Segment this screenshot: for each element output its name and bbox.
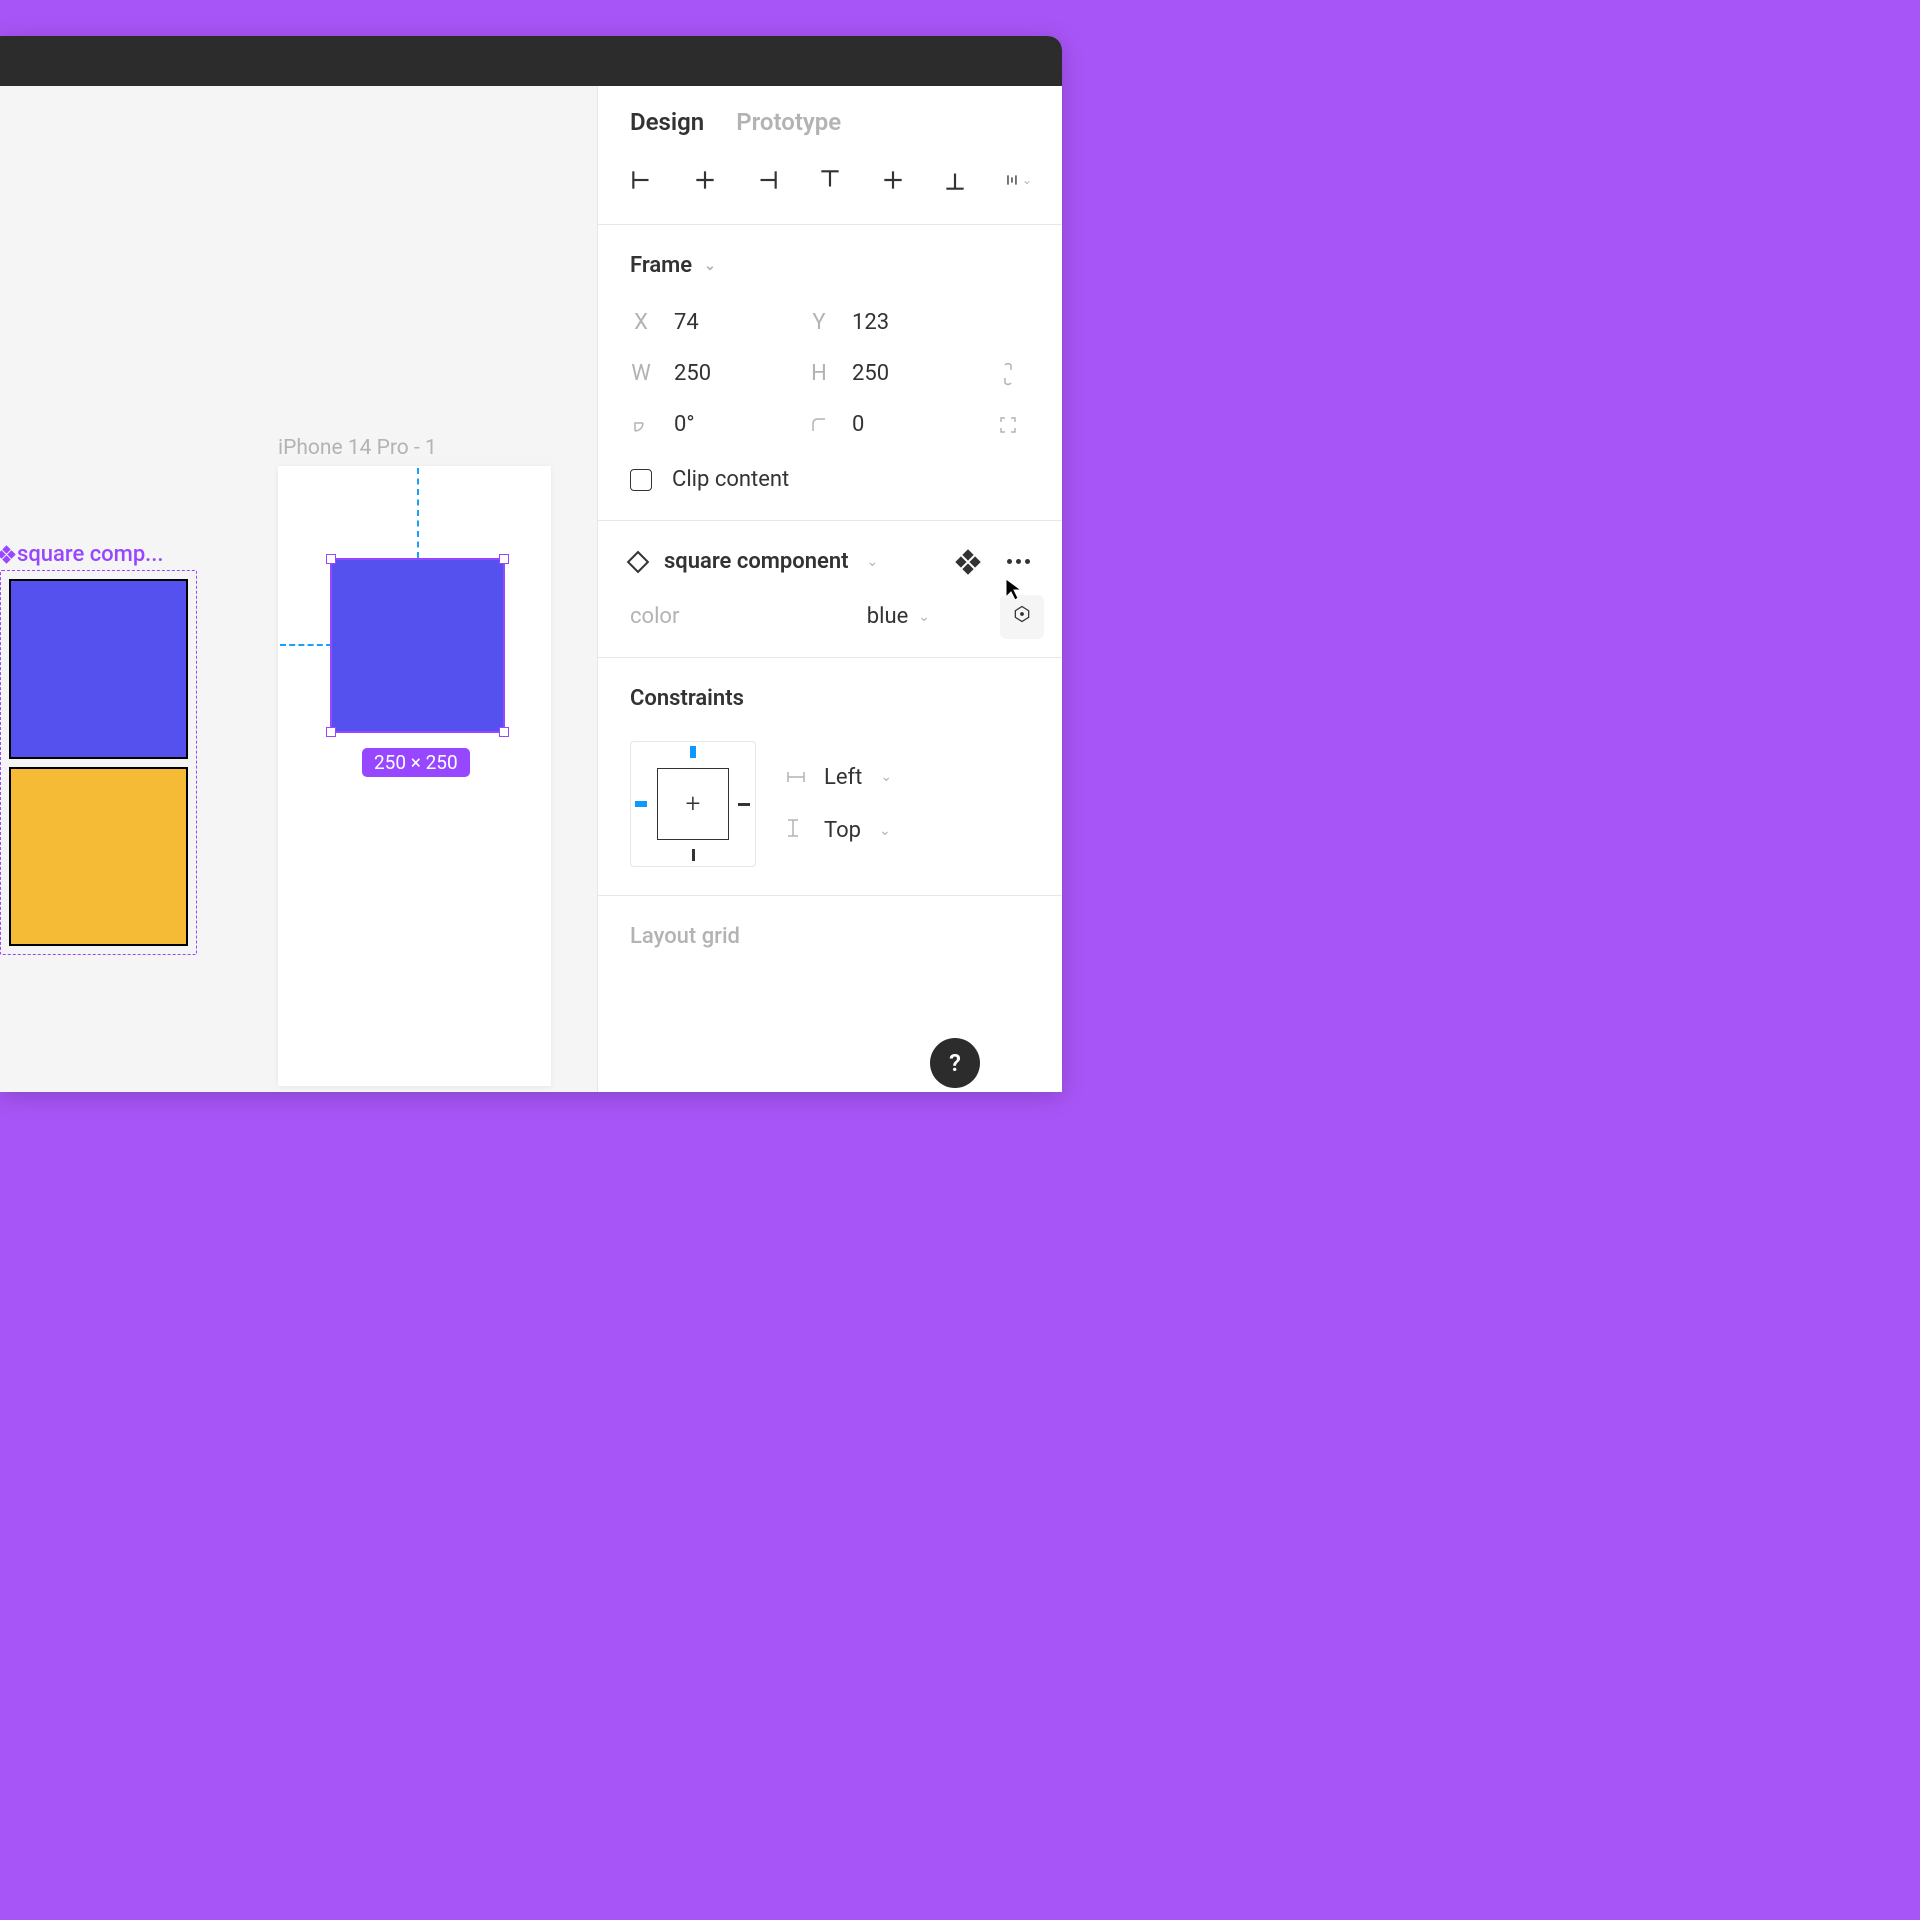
instance-icon — [627, 550, 650, 573]
vertical-constraint-icon — [786, 818, 806, 844]
selection-size-badge: 250 × 250 — [362, 748, 470, 777]
component-section: square component ⌄ color blue ⌄ — [598, 521, 1062, 658]
chevron-down-icon: ⌄ — [704, 258, 716, 274]
chevron-down-icon: ⌄ — [918, 609, 930, 625]
constraint-vertical-select[interactable]: Top ⌄ — [786, 818, 892, 844]
x-field[interactable]: X 74 — [630, 310, 808, 335]
constraints-diagram[interactable]: + — [630, 741, 756, 867]
chevron-down-icon[interactable]: ⌄ — [867, 554, 879, 570]
frame-fields: X 74 Y 123 W 250 H 250 0° 0 — [630, 310, 1030, 437]
tab-design[interactable]: Design — [630, 108, 704, 140]
constraint-v-value: Top — [824, 818, 861, 843]
w-label: W — [630, 361, 652, 386]
design-canvas[interactable]: iPhone 14 Pro - 1 250 × 250 square comp.… — [0, 86, 597, 1092]
align-bottom-button[interactable] — [941, 166, 969, 194]
clip-content-row[interactable]: Clip content — [630, 467, 1030, 492]
y-value: 123 — [852, 310, 889, 335]
w-field[interactable]: W 250 — [630, 361, 808, 386]
resize-handle-sw[interactable] — [326, 727, 336, 737]
h-field[interactable]: H 250 — [808, 361, 986, 386]
selected-instance[interactable] — [330, 558, 505, 733]
constraints-title: Constraints — [630, 686, 1030, 711]
property-label: color — [630, 604, 847, 629]
clip-content-checkbox[interactable] — [630, 469, 652, 491]
go-to-main-component-button[interactable] — [955, 549, 980, 574]
help-button[interactable]: ? — [930, 1038, 980, 1088]
mouse-cursor-icon — [1004, 577, 1024, 609]
x-value: 74 — [674, 310, 699, 335]
x-label: X — [630, 310, 652, 335]
rotation-field[interactable]: 0° — [630, 412, 808, 437]
align-right-button[interactable] — [753, 166, 781, 194]
component-set-label[interactable]: square comp... — [0, 542, 164, 567]
clip-content-label: Clip content — [672, 467, 789, 492]
frame-section: Frame ⌄ X74 Y123 W250 H250 0° 0 Clip con — [598, 225, 1062, 521]
content-area: iPhone 14 Pro - 1 250 × 250 square comp.… — [0, 86, 1062, 1092]
property-row-color: color blue ⌄ — [630, 604, 1030, 629]
alignment-toolbar: ⌄ — [598, 140, 1062, 225]
align-vcenter-button[interactable] — [879, 166, 907, 194]
rotation-value: 0° — [674, 412, 695, 437]
y-field[interactable]: Y 123 — [808, 310, 986, 335]
component-name[interactable]: square component — [664, 549, 849, 574]
spacing-guide-vertical — [417, 468, 419, 558]
y-label: Y — [808, 310, 830, 335]
variant-gold[interactable] — [9, 767, 188, 947]
tab-prototype[interactable]: Prototype — [736, 108, 841, 140]
corner-radius-icon — [808, 417, 830, 433]
w-value: 250 — [674, 361, 711, 386]
constraint-bottom-tick — [692, 849, 695, 861]
h-label: H — [808, 361, 830, 386]
plus-icon: + — [686, 789, 701, 819]
constraint-left-indicator — [635, 801, 647, 807]
component-more-button[interactable] — [1007, 559, 1030, 564]
constraint-top-indicator — [690, 746, 696, 758]
constraint-right-tick — [738, 803, 750, 806]
horizontal-constraint-icon — [786, 765, 806, 790]
link-dimensions-button[interactable] — [986, 362, 1030, 386]
property-value-text: blue — [867, 604, 909, 629]
individual-corners-button[interactable] — [986, 415, 1030, 435]
align-top-button[interactable] — [816, 166, 844, 194]
app-window: iPhone 14 Pro - 1 250 × 250 square comp.… — [0, 36, 1062, 1092]
component-header: square component ⌄ — [630, 549, 1030, 574]
h-value: 250 — [852, 361, 889, 386]
frame-section-header[interactable]: Frame ⌄ — [630, 253, 1030, 278]
property-value-select[interactable]: blue ⌄ — [867, 604, 930, 629]
frame-title-text: Frame — [630, 253, 692, 278]
chevron-down-icon: ⌄ — [1022, 173, 1032, 187]
align-left-button[interactable] — [628, 166, 656, 194]
variant-blue[interactable] — [9, 579, 188, 759]
properties-panel: Design Prototype ⌄ Frame ⌄ X 74 — [597, 86, 1062, 1092]
align-hcenter-button[interactable] — [691, 166, 719, 194]
resize-handle-se[interactable] — [499, 727, 509, 737]
rotation-icon — [630, 416, 652, 434]
component-set-frame[interactable] — [0, 570, 197, 955]
layout-grid-section: Layout grid — [598, 896, 1062, 959]
artboard-label[interactable]: iPhone 14 Pro - 1 — [278, 436, 437, 460]
constraint-h-value: Left — [824, 765, 862, 790]
constraint-inner-box: + — [657, 768, 729, 840]
component-set-icon — [0, 545, 16, 563]
resize-handle-ne[interactable] — [499, 554, 509, 564]
constraints-section: Constraints + Left — [598, 658, 1062, 896]
chevron-down-icon: ⌄ — [880, 769, 892, 785]
help-icon: ? — [949, 1049, 961, 1077]
panel-tabs: Design Prototype — [598, 86, 1062, 140]
component-set-label-text: square comp... — [17, 542, 164, 567]
spacing-guide-horizontal — [280, 644, 332, 646]
chevron-down-icon: ⌄ — [879, 823, 891, 839]
constraint-horizontal-select[interactable]: Left ⌄ — [786, 765, 892, 790]
layout-grid-title: Layout grid — [630, 924, 740, 949]
radius-value: 0 — [852, 412, 864, 437]
tidy-up-button[interactable]: ⌄ — [1004, 166, 1032, 194]
resize-handle-nw[interactable] — [326, 554, 336, 564]
window-titlebar — [0, 36, 1062, 86]
radius-field[interactable]: 0 — [808, 412, 986, 437]
